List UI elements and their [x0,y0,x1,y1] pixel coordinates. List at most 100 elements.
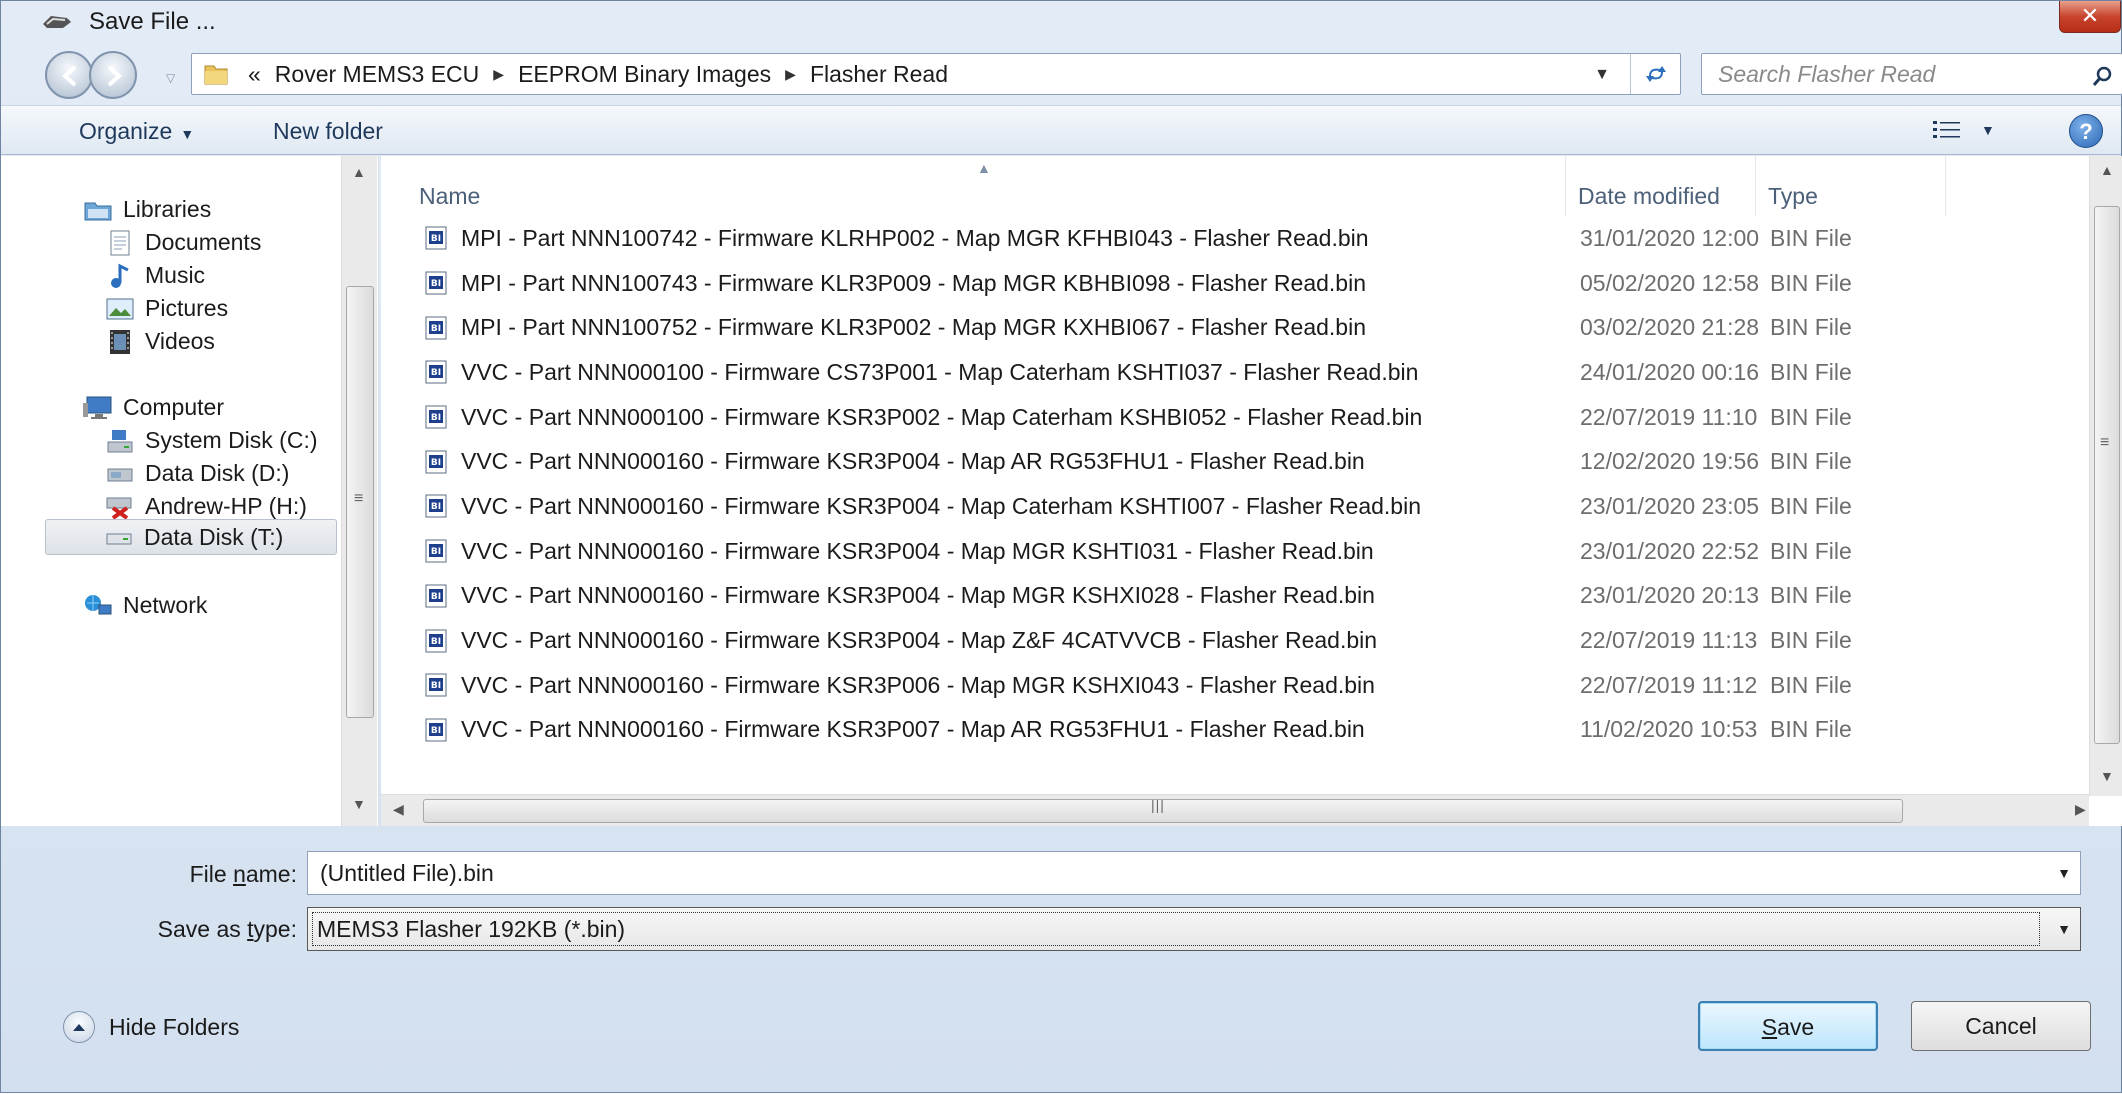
file-row[interactable]: BI MPI - Part NNN100743 - Firmware KLR3P0… [381,261,2089,306]
file-row[interactable]: BI VVC - Part NNN000160 - Firmware KSR3P0… [381,529,2089,574]
file-date-modified: 24/01/2020 00:16 [1580,358,1760,385]
file-row[interactable]: BI VVC - Part NNN000100 - Firmware CS73P0… [381,350,2089,395]
scroll-left-arrow-icon[interactable]: ◀ [393,801,404,818]
column-header-name[interactable]: Name [381,156,1566,216]
nav-item-system-disk-c[interactable]: System Disk (C:) [105,427,318,454]
file-list-vertical-scrollbar[interactable]: ▲ ≡ ▼ [2089,156,2122,796]
recent-pages-dropdown[interactable]: ▽ [166,71,175,85]
breadcrumb-eeprom-binary-images[interactable]: EEPROM Binary Images [518,61,771,88]
breadcrumb-flasher-read[interactable]: Flasher Read [810,61,948,88]
close-button[interactable]: ✕ [2059,1,2121,33]
file-date-modified: 23/01/2020 20:13 [1580,582,1760,609]
forward-button[interactable] [89,51,137,99]
nav-label: Documents [145,229,262,255]
cancel-button[interactable]: Cancel [1911,1001,2091,1051]
navigation-scrollbar[interactable]: ▲ ≡ ▼ [341,156,377,826]
svg-text:BI: BI [431,681,441,691]
nav-item-music[interactable]: Music [105,262,205,289]
nav-label: Data Disk (D:) [145,460,290,486]
nav-item-libraries[interactable]: Libraries [83,196,211,223]
svg-text:BI: BI [431,502,441,512]
nav-label: Data Disk (T:) [144,523,284,550]
file-row[interactable]: BI MPI - Part NNN100752 - Firmware KLR3P0… [381,305,2089,350]
refresh-icon [1645,66,1666,82]
save-as-type-select[interactable]: MEMS3 Flasher 192KB (*.bin) ▼ [307,907,2081,951]
folder-icon [204,65,228,85]
nav-item-data-disk-t[interactable]: Data Disk (T:) [45,519,337,555]
file-type: BIN File [1770,448,1852,475]
file-row[interactable]: BI VVC - Part NNN000160 - Firmware KSR3P0… [381,708,2089,753]
pictures-icon [105,296,135,322]
nav-label: System Disk (C:) [145,427,318,453]
breadcrumb-rover-mems3-ecu[interactable]: Rover MEMS3 ECU [275,61,479,88]
file-name: VVC - Part NNN000160 - Firmware KSR3P004… [461,537,1374,564]
nav-item-videos[interactable]: Videos [105,328,215,355]
file-list-horizontal-scrollbar[interactable]: ◀ ||| ▶ [381,794,2089,826]
file-list: BI MPI - Part NNN100742 - Firmware KLRHP0… [381,216,2089,791]
save-as-type-label: Save as type: [157,916,297,942]
address-bar[interactable]: « Rover MEMS3 ECU ▶ EEPROM Binary Images… [191,53,1681,95]
bin-file-icon: BI [425,718,447,742]
file-row[interactable]: BI VVC - Part NNN000100 - Firmware KSR3P0… [381,395,2089,440]
file-name-input[interactable]: (Untitled File).bin ▼ [307,851,2081,895]
breadcrumb-overflow[interactable]: « [248,61,261,88]
file-name: MPI - Part NNN100743 - Firmware KLR3P009… [461,269,1366,296]
back-button[interactable] [45,51,93,99]
file-date-modified: 22/07/2019 11:12 [1580,671,1758,698]
sort-ascending-icon: ▲ [977,160,991,176]
scrollbar-thumb[interactable] [2094,206,2120,744]
column-header-date-modified[interactable]: Date modified [1566,156,1756,216]
svg-text:BI: BI [431,234,441,244]
address-row: ▽ « Rover MEMS3 ECU ▶ EEPROM Binary Imag… [1,43,2122,105]
svg-text:BI: BI [431,279,441,289]
svg-text:BI: BI [431,726,441,736]
help-button[interactable]: ? [2069,114,2103,148]
file-type: BIN File [1770,537,1852,564]
column-header-type[interactable]: Type [1756,156,1946,216]
file-row[interactable]: BI VVC - Part NNN000160 - Firmware KSR3P0… [381,618,2089,663]
nav-item-computer[interactable]: Computer [83,394,224,421]
command-toolbar: Organize ▼ New folder ▼ ? [1,105,2121,155]
save-file-dialog: Save File ... ✕ ▽ « Rover MEMS3 ECU ▶ EE… [0,0,2122,1093]
chevron-down-icon[interactable]: ▼ [2048,852,2080,894]
nav-item-andrew-hp-h[interactable]: Andrew-HP (H:) [105,493,307,520]
scroll-up-arrow-icon[interactable]: ▲ [2100,162,2114,178]
scroll-up-arrow-icon[interactable]: ▲ [352,164,366,180]
nav-item-data-disk-d[interactable]: Data Disk (D:) [105,460,289,487]
bin-file-icon: BI [425,494,447,518]
save-button[interactable]: Save [1698,1001,1878,1051]
file-list-pane: Name ▲ Date modified Type BI MPI - Part N… [381,156,2122,826]
back-arrow-icon [62,65,77,87]
file-date-modified: 23/01/2020 23:05 [1580,492,1760,519]
new-folder-button[interactable]: New folder [273,118,383,145]
chevron-down-icon[interactable]: ▼ [2048,908,2080,950]
hide-folders-button[interactable]: Hide Folders [63,1011,239,1043]
search-input[interactable]: Search Flasher Read [1701,53,2122,95]
organize-button[interactable]: Organize ▼ [79,118,194,145]
details-view-icon [1933,121,1960,138]
scroll-down-arrow-icon[interactable]: ▼ [2100,768,2114,784]
file-date-modified: 23/01/2020 22:52 [1580,537,1760,564]
file-row[interactable]: BI VVC - Part NNN000160 - Firmware KSR3P0… [381,574,2089,619]
breadcrumb-separator-icon[interactable]: ▶ [785,66,796,83]
file-date-modified: 22/07/2019 11:13 [1580,627,1758,654]
nav-item-documents[interactable]: Documents [105,229,261,256]
file-name: VVC - Part NNN000160 - Firmware KSR3P004… [461,492,1421,519]
scroll-right-arrow-icon[interactable]: ▶ [2075,801,2086,818]
file-row[interactable]: BI VVC - Part NNN000160 - Firmware KSR3P0… [381,484,2089,529]
refresh-button[interactable] [1630,54,1680,94]
save-as-type-value: MEMS3 Flasher 192KB (*.bin) [312,912,2040,946]
file-row[interactable]: BI VVC - Part NNN000160 - Firmware KSR3P0… [381,663,2089,708]
nav-item-pictures[interactable]: Pictures [105,295,228,322]
scrollbar-grip-icon: ≡ [354,490,364,507]
nav-item-network[interactable]: Network [83,592,207,619]
title-bar: Save File ... ✕ [1,1,2121,43]
change-view-button[interactable]: ▼ [1931,118,1995,142]
breadcrumb-separator-icon[interactable]: ▶ [493,66,504,83]
address-dropdown-icon[interactable]: ▼ [1594,66,1610,84]
scroll-down-arrow-icon[interactable]: ▼ [352,796,366,812]
file-name: VVC - Part NNN000100 - Firmware KSR3P002… [461,403,1423,430]
file-row[interactable]: BI VVC - Part NNN000160 - Firmware KSR3P0… [381,439,2089,484]
search-icon[interactable] [2091,65,2115,89]
file-row[interactable]: BI MPI - Part NNN100742 - Firmware KLRHP0… [381,216,2089,261]
